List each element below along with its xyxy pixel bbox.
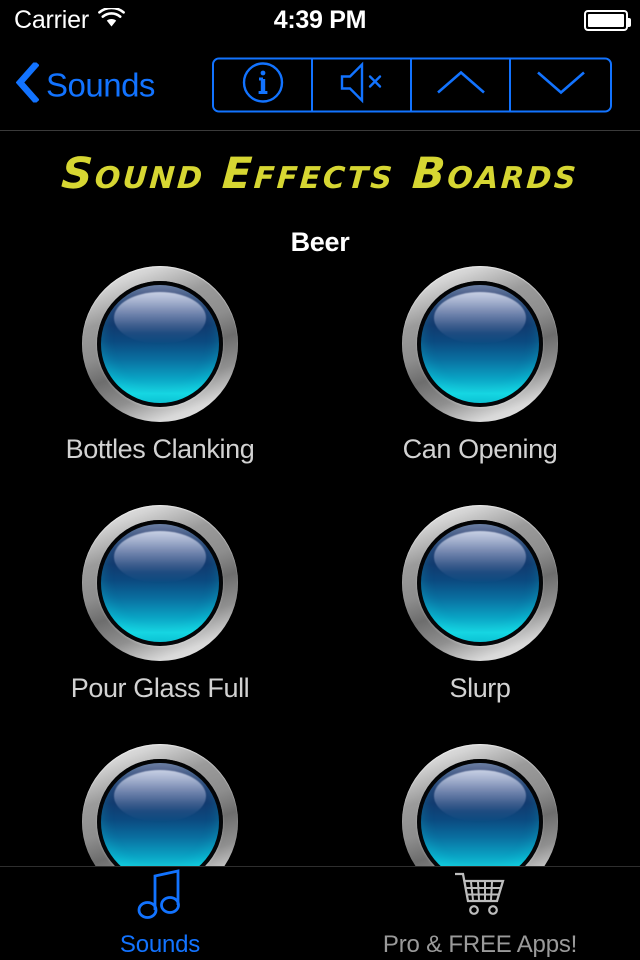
shopping-cart-icon	[449, 868, 511, 925]
tab-pro-free-apps[interactable]: Pro & FREE Apps!	[320, 867, 640, 960]
content-area: Sound Effects Boards Beer Bottles Clanki…	[0, 131, 640, 866]
sound-button-dome	[101, 524, 219, 642]
app-title: Sound Effects Boards	[59, 149, 581, 199]
speaker-mute-icon	[332, 61, 392, 110]
battery-cap	[628, 17, 631, 27]
battery-icon	[584, 9, 631, 31]
sound-button-dome	[421, 524, 539, 642]
sound-label: Bottles Clanking	[65, 434, 255, 464]
sound-button-dome	[421, 763, 539, 866]
tab-bar: Sounds Pro & FREE Apps!	[0, 866, 640, 960]
sound-cell: Can Opening	[320, 266, 640, 465]
sound-cell: Pour Glass Full	[0, 505, 320, 704]
sound-label: Pour Glass Full	[70, 673, 250, 703]
sound-button-dome	[421, 285, 539, 403]
chevron-down-icon	[531, 67, 591, 104]
sound-button[interactable]	[82, 266, 238, 422]
music-note-icon	[129, 868, 191, 925]
sound-label: Slurp	[449, 673, 511, 703]
sound-button-dome	[101, 763, 219, 866]
sound-button[interactable]	[402, 744, 558, 866]
sound-button[interactable]	[402, 505, 558, 661]
mute-button[interactable]	[313, 59, 412, 111]
navbar-segmented-control[interactable]	[212, 57, 612, 113]
sound-cell: Slurp	[320, 505, 640, 704]
next-board-button[interactable]	[511, 59, 610, 111]
status-bar-clock: 4:39 PM	[273, 5, 367, 34]
sound-button-dome	[101, 285, 219, 403]
back-button[interactable]: Sounds	[15, 60, 155, 108]
status-bar: Carrier 4:39 PM	[0, 0, 640, 40]
tab-sounds-label: Sounds	[119, 931, 201, 958]
sound-button[interactable]	[402, 266, 558, 422]
sound-cell: Crush Can on Head	[0, 744, 320, 866]
sound-button[interactable]	[82, 744, 238, 866]
app-screen: Carrier 4:39 PM Sounds Sound Effects Boa…	[0, 0, 640, 960]
sound-cell: Bottles Clanking	[0, 266, 320, 465]
sound-label: Can Opening	[402, 434, 558, 464]
chevron-left-icon	[15, 60, 40, 108]
status-bar-right	[584, 0, 631, 40]
tab-pro-free-apps-label: Pro & FREE Apps!	[382, 931, 578, 958]
info-circle-icon	[240, 60, 286, 111]
tab-sounds[interactable]: Sounds	[0, 867, 320, 960]
previous-board-button[interactable]	[412, 59, 511, 111]
sound-button[interactable]	[82, 505, 238, 661]
info-button[interactable]	[214, 59, 313, 111]
category-title: Beer	[290, 227, 350, 257]
sound-button-grid: Bottles Clanking Can Opening Pour Glass …	[0, 266, 640, 866]
sound-cell: Burp	[320, 744, 640, 866]
navigation-bar: Sounds	[0, 40, 640, 131]
back-button-label: Sounds	[46, 66, 155, 103]
battery-fill	[588, 13, 624, 27]
chevron-up-icon	[431, 67, 491, 104]
